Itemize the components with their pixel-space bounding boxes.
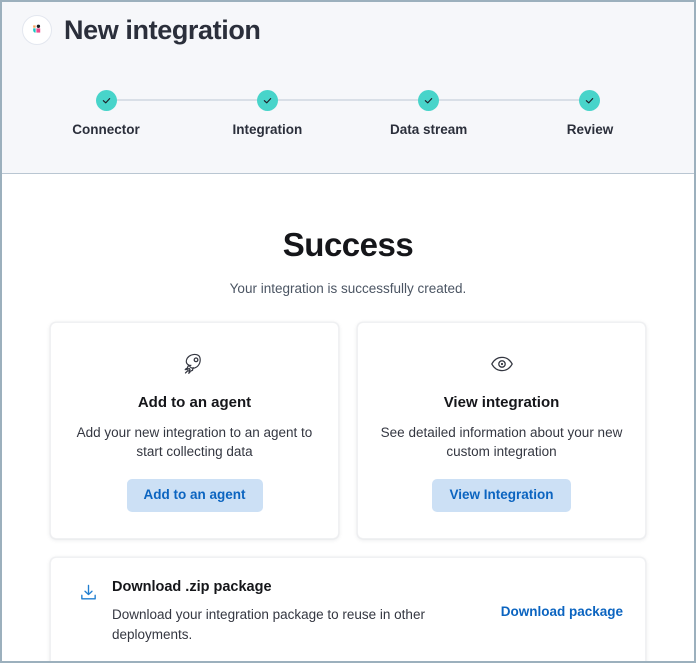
stepper-step-integration[interactable]: Integration xyxy=(227,90,307,137)
card-description: Add your new integration to an agent to … xyxy=(73,423,316,461)
stepper-step-label: Integration xyxy=(232,122,302,137)
success-heading: Success xyxy=(50,226,646,264)
download-package-link[interactable]: Download package xyxy=(501,604,623,619)
stepper-step-label: Review xyxy=(567,122,614,137)
page-title: New integration xyxy=(64,17,261,44)
card-title: Add to an agent xyxy=(138,394,251,411)
header-title-row: New integration xyxy=(2,2,694,45)
add-to-agent-card[interactable]: Add to an agent Add your new integration… xyxy=(50,322,339,539)
success-block: Success Your integration is successfully… xyxy=(50,174,646,296)
page-header: New integration Connector xyxy=(2,2,694,174)
integration-logo-icon xyxy=(22,15,52,45)
page-body: Success Your integration is successfully… xyxy=(2,174,694,663)
stepper-step-label: Data stream xyxy=(390,122,467,137)
check-icon xyxy=(418,90,439,111)
download-package-panel: Download .zip package Download your inte… xyxy=(50,557,646,663)
action-card-row: Add to an agent Add your new integration… xyxy=(50,322,646,539)
rocket-icon xyxy=(183,351,206,377)
eye-icon xyxy=(490,351,514,377)
stepper-step-label: Connector xyxy=(72,122,140,137)
success-subheading: Your integration is successfully created… xyxy=(50,281,646,296)
check-icon xyxy=(579,90,600,111)
stepper-step-review[interactable]: Review xyxy=(550,90,630,137)
stepper-step-connector[interactable]: Connector xyxy=(66,90,146,137)
view-integration-card[interactable]: View integration See detailed informatio… xyxy=(357,322,646,539)
check-icon xyxy=(257,90,278,111)
view-integration-button[interactable]: View Integration xyxy=(432,479,570,512)
download-text-block: Download .zip package Download your inte… xyxy=(112,579,487,645)
progress-stepper: Connector Integration xyxy=(66,90,630,150)
stepper-step-data-stream[interactable]: Data stream xyxy=(389,90,469,137)
download-title: Download .zip package xyxy=(112,579,475,596)
new-integration-window: New integration Connector xyxy=(0,0,696,663)
stepper-steps: Connector Integration xyxy=(66,90,630,137)
card-title: View integration xyxy=(444,394,560,411)
card-description: See detailed information about your new … xyxy=(380,423,623,461)
download-description: Download your integration package to reu… xyxy=(112,605,442,644)
download-icon xyxy=(73,583,98,607)
add-to-an-agent-button[interactable]: Add to an agent xyxy=(127,479,263,512)
check-icon xyxy=(96,90,117,111)
